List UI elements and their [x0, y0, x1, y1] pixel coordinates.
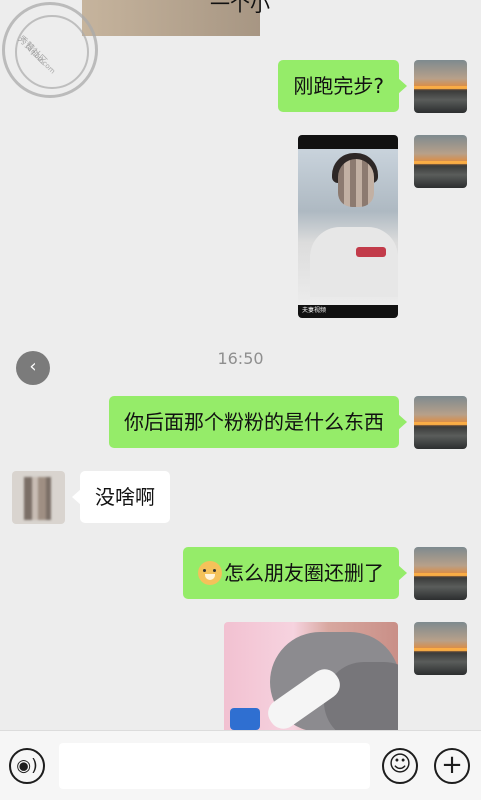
message-bubble-outgoing[interactable]: 怎么朋友圈还删了: [183, 547, 407, 599]
doge-emoji-icon: [198, 561, 222, 585]
video-image-message[interactable]: 夫妻视频: [298, 135, 398, 318]
message-bubble-outgoing[interactable]: 你后面那个粉粉的是什么东西: [109, 396, 407, 448]
input-bar: ◉) ☺ +: [0, 730, 481, 800]
my-avatar[interactable]: [414, 622, 467, 675]
chat-area[interactable]: 一个小 秀赞社区 taijiao.com 刚跑完步? 夫妻视频 ‹ 16:50 …: [0, 0, 481, 730]
plus-icon[interactable]: +: [434, 748, 470, 784]
message-bubble-incoming[interactable]: 没啥啊: [72, 471, 170, 523]
emoji-icon[interactable]: ☺: [382, 748, 418, 784]
message-input[interactable]: [59, 743, 370, 789]
voice-icon[interactable]: ◉): [9, 748, 45, 784]
message-bubble-outgoing[interactable]: 刚跑完步?: [278, 60, 407, 112]
my-avatar[interactable]: [414, 396, 467, 449]
friend-avatar[interactable]: [12, 471, 65, 524]
chat-title: 一个小: [210, 0, 270, 16]
my-avatar[interactable]: [414, 135, 467, 188]
watermark-logo: 秀赞社区 taijiao.com: [2, 2, 98, 98]
my-avatar[interactable]: [414, 547, 467, 600]
image-caption: 夫妻视频: [302, 307, 327, 314]
timestamp: 16:50: [217, 349, 264, 368]
photo-image-message[interactable]: [224, 622, 398, 730]
my-avatar[interactable]: [414, 60, 467, 113]
message-text: 怎么朋友圈还删了: [224, 561, 384, 585]
blurred-face: [338, 159, 374, 207]
